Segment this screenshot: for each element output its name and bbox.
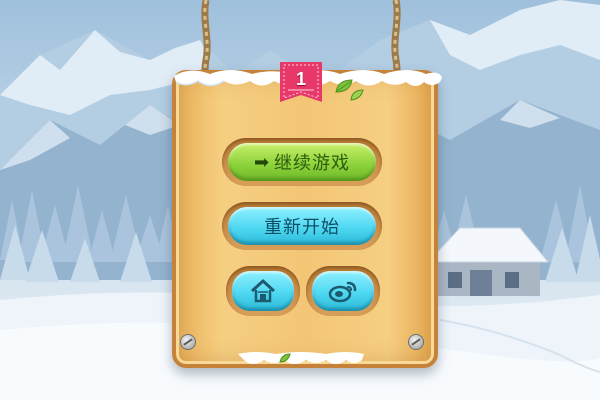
weibo-icon [328, 281, 357, 303]
arrow-right-icon: ➡ [253, 151, 271, 173]
weibo-share-button[interactable] [312, 271, 374, 311]
pause-menu-board: 1 ➡ 继续游戏 重新开始 [172, 62, 442, 368]
continue-game-button[interactable]: ➡ 继续游戏 [228, 143, 376, 181]
screw-icon [408, 334, 424, 350]
restart-game-label: 重新开始 [264, 217, 340, 238]
continue-game-label: 继续游戏 [274, 153, 351, 174]
screw-icon [180, 334, 196, 350]
level-number: 1 [295, 69, 306, 89]
level-ribbon: 1 [276, 62, 326, 110]
bottom-snowcap [238, 352, 364, 364]
home-icon [250, 279, 276, 303]
home-button[interactable] [232, 271, 294, 311]
game-scene: 1 ➡ 继续游戏 重新开始 [0, 0, 600, 400]
restart-game-button[interactable]: 重新开始 [228, 207, 376, 245]
leaf-icon [350, 89, 364, 101]
